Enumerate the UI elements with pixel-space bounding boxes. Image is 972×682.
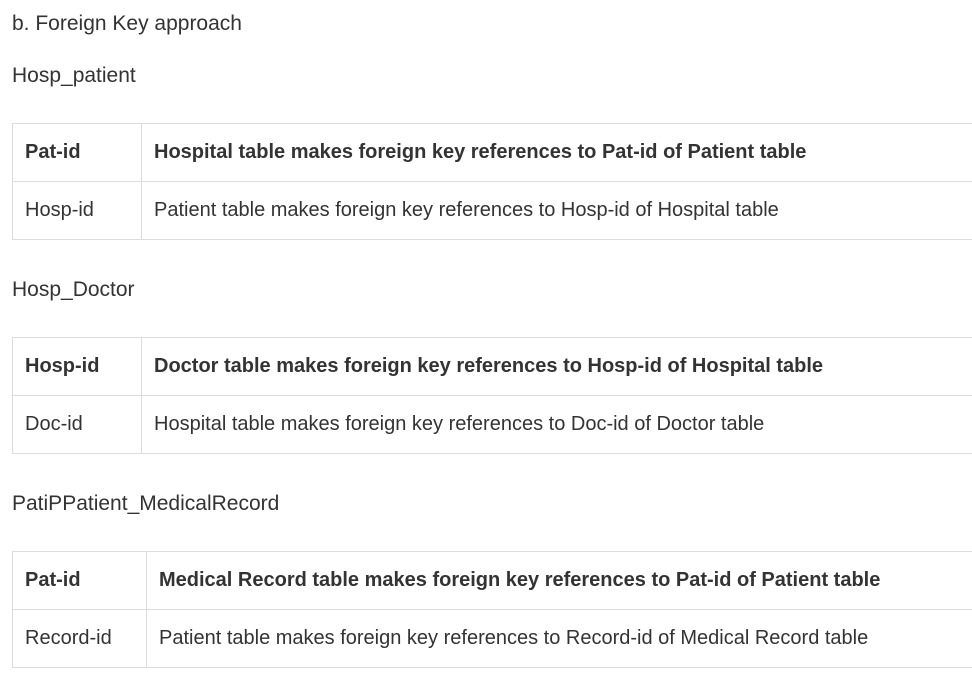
table-heading-patient-medicalrecord: PatiPPatient_MedicalRecord	[12, 492, 280, 515]
table-row: Record-id Patient table makes foreign ke…	[12, 609, 972, 668]
hosp-patient-table: Pat-id Hospital table makes foreign key …	[12, 123, 972, 240]
table-cell-description: Patient table makes foreign key referenc…	[146, 609, 972, 668]
table-row: Doc-id Hospital table makes foreign key …	[12, 395, 972, 454]
table-row: Pat-id Medical Record table makes foreig…	[12, 551, 972, 610]
hosp-doctor-table: Hosp-id Doctor table makes foreign key r…	[12, 337, 972, 454]
table-row: Hosp-id Doctor table makes foreign key r…	[12, 337, 972, 396]
table-cell-key: Hosp-id	[12, 337, 142, 396]
patient-medicalrecord-table: Pat-id Medical Record table makes foreig…	[12, 551, 972, 668]
table-cell-key: Hosp-id	[12, 181, 142, 240]
table-cell-key: Pat-id	[12, 551, 147, 610]
table-cell-description: Patient table makes foreign key referenc…	[141, 181, 972, 240]
table-row: Pat-id Hospital table makes foreign key …	[12, 123, 972, 182]
table-cell-description: Doctor table makes foreign key reference…	[141, 337, 972, 396]
table-cell-description: Hospital table makes foreign key referen…	[141, 395, 972, 454]
table-cell-description: Hospital table makes foreign key referen…	[141, 123, 972, 182]
table-row: Hosp-id Patient table makes foreign key …	[12, 181, 972, 240]
table-cell-key: Record-id	[12, 609, 147, 668]
section-title: b. Foreign Key approach	[12, 12, 242, 35]
table-cell-description: Medical Record table makes foreign key r…	[146, 551, 972, 610]
table-cell-key: Pat-id	[12, 123, 142, 182]
table-heading-hosp-doctor: Hosp_Doctor	[12, 278, 135, 301]
table-cell-key: Doc-id	[12, 395, 142, 454]
table-heading-hosp-patient: Hosp_patient	[12, 64, 136, 87]
